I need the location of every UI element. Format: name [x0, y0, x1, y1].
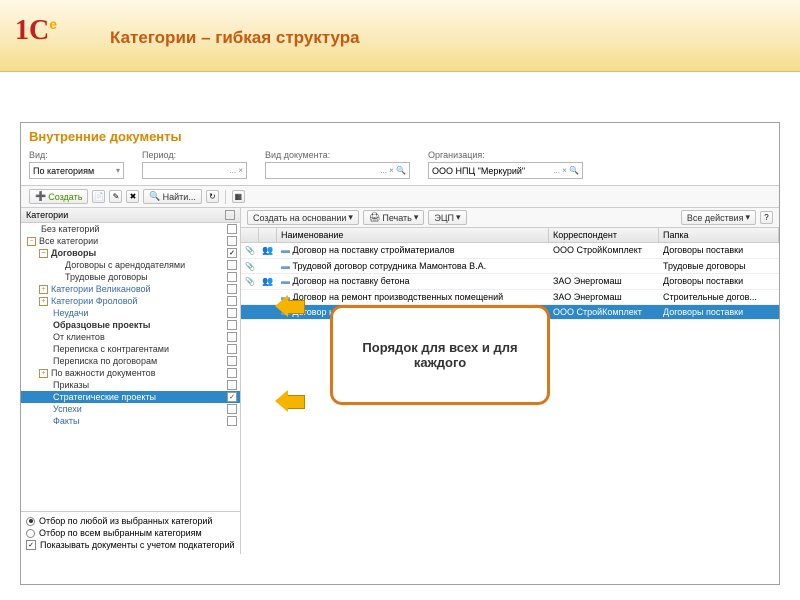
table-row[interactable]: 📎👥▬ Договор на поставку бетонаЗАО Энерго… [241, 274, 779, 290]
right-toolbar: Создать на основании ▾ 🖨 Печать ▾ ЭЦП ▾ … [241, 208, 779, 228]
category-panel: Категории Без категорий−Все категории−До… [21, 208, 241, 554]
filter-view[interactable]: По категориям▾ [29, 162, 124, 179]
tree-row[interactable]: Успехи [21, 403, 240, 415]
toolbar: ➕Создать 📄 ✎ ✖ 🔍Найти... ↻ ▦ [21, 185, 779, 208]
arrow-icon [275, 390, 305, 412]
tree-row[interactable]: Неудачи [21, 307, 240, 319]
filter-period-label: Период: [142, 150, 247, 160]
logo: 1Ce [15, 15, 57, 47]
create-button[interactable]: ➕Создать [29, 189, 88, 204]
tree-row[interactable]: +Категории Великановой [21, 283, 240, 295]
filter-view-label: Вид: [29, 150, 124, 160]
tree-row[interactable]: Факты [21, 415, 240, 427]
help-icon[interactable]: ? [760, 211, 773, 224]
tree-row[interactable]: Переписка с контрагентами [21, 343, 240, 355]
create-on-basis-button[interactable]: Создать на основании ▾ [247, 210, 359, 225]
filter-doctype[interactable]: ... × 🔍 [265, 162, 410, 179]
copy-icon[interactable]: 📄 [92, 190, 105, 203]
table-row[interactable]: 📎▬ Трудовой договор сотрудника Мамонтова… [241, 259, 779, 274]
edit-icon[interactable]: ✎ [109, 190, 122, 203]
all-actions-button[interactable]: Все действия ▾ [681, 210, 756, 225]
filter-doctype-label: Вид документа: [265, 150, 410, 160]
tree-row[interactable]: От клиентов [21, 331, 240, 343]
arrow-icon [275, 295, 305, 317]
tree-row[interactable]: Стратегические проекты✓ [21, 391, 240, 403]
tree-row[interactable]: Без категорий [21, 223, 240, 235]
tree-row[interactable]: Договоры с арендодателями [21, 259, 240, 271]
filter-org[interactable]: ООО НПЦ "Меркурий"... × 🔍 [428, 162, 583, 179]
tree-row[interactable]: +Категории Фроловой [21, 295, 240, 307]
radio-all[interactable]: Отбор по всем выбранным категориям [26, 527, 235, 539]
print-button[interactable]: 🖨 Печать ▾ [363, 210, 424, 225]
find-button[interactable]: 🔍Найти... [143, 189, 201, 204]
refresh-icon[interactable]: ↻ [206, 190, 219, 203]
grid-header: Наименование Корреспондент Папка [241, 228, 779, 243]
tree-header: Категории [21, 208, 240, 223]
callout-box: Порядок для всех и для каждого [330, 305, 550, 405]
checkbox-subcat[interactable]: ✓Показывать документы с учетом подкатего… [26, 539, 235, 551]
filter-bar: Вид: По категориям▾ Период: ... × Вид до… [21, 148, 779, 185]
filter-period[interactable]: ... × [142, 162, 247, 179]
tree-row[interactable]: Приказы [21, 379, 240, 391]
tree-row[interactable]: −Договоры✓ [21, 247, 240, 259]
tree-row[interactable]: Переписка по договорам [21, 355, 240, 367]
slide-title: Категории – гибкая структура [110, 28, 360, 48]
tree-row[interactable]: −Все категории [21, 235, 240, 247]
ecp-button[interactable]: ЭЦП ▾ [428, 210, 466, 225]
filter-org-label: Организация: [428, 150, 583, 160]
app-title: Внутренние документы [21, 123, 779, 148]
tree-row[interactable]: Образцовые проекты [21, 319, 240, 331]
radio-any[interactable]: Отбор по любой из выбранных категорий [26, 515, 235, 527]
filter-icon[interactable]: ▦ [232, 190, 245, 203]
table-row[interactable]: 📎👥▬ Договор на поставку стройматериаловО… [241, 243, 779, 259]
delete-icon[interactable]: ✖ [126, 190, 139, 203]
table-row[interactable]: ▬ Договор на ремонт производственных пом… [241, 290, 779, 305]
filter-options: Отбор по любой из выбранных категорий От… [21, 511, 240, 554]
tree-row[interactable]: +По важности документов [21, 367, 240, 379]
tree-row[interactable]: Трудовые договоры [21, 271, 240, 283]
